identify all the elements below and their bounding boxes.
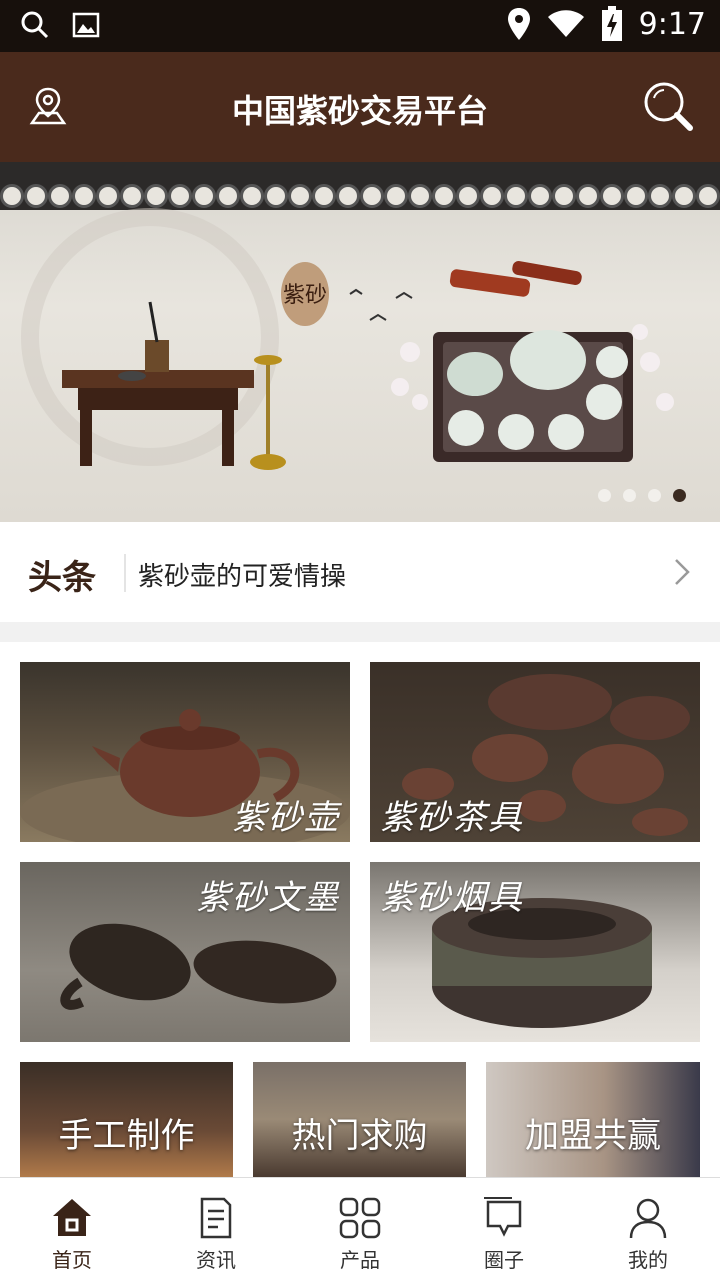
nav-home[interactable]: 首页 [0, 1178, 144, 1280]
category-tea-set[interactable]: 紫砂茶具 [370, 662, 700, 842]
search-icon [21, 11, 49, 39]
products-icon [339, 1197, 381, 1239]
nav-profile[interactable]: 我的 [576, 1178, 720, 1280]
category-smoking-set[interactable]: 紫砂烟具 [370, 862, 700, 1042]
headline-tag: 头条 [28, 558, 96, 598]
app-bar: 中国紫砂交易平台 [0, 52, 720, 162]
banner-dot[interactable] [648, 489, 661, 502]
section-gap [0, 622, 720, 642]
nav-label: 资讯 [196, 1248, 236, 1272]
headline-ticker[interactable]: 头条 紫砂壶的可爱情操 [0, 522, 720, 622]
home-icon [53, 1199, 91, 1236]
search-button[interactable] [642, 80, 694, 136]
nav-news[interactable]: 资讯 [144, 1178, 288, 1280]
app-title: 中国紫砂交易平台 [231, 92, 488, 130]
feature-join-win[interactable]: 加盟共赢 [486, 1062, 700, 1177]
banner-pagination [598, 489, 686, 502]
banner-illustration: 紫砂 [21, 208, 674, 470]
nav-circle[interactable]: 圈子 [432, 1178, 576, 1280]
category-label: 紫砂烟具 [380, 878, 524, 918]
banner-dot-active[interactable] [673, 489, 686, 502]
circle-icon [484, 1197, 522, 1237]
search-icon [644, 82, 693, 131]
category-label: 紫砂文墨 [196, 878, 340, 918]
category-stationery[interactable]: 紫砂文墨 [20, 862, 350, 1042]
chevron-right-icon [675, 559, 690, 585]
image-icon [72, 12, 100, 38]
status-bar: 9:17 [0, 0, 720, 52]
feature-label: 手工制作 [58, 1116, 195, 1156]
category-label: 紫砂茶具 [380, 798, 524, 838]
feature-handmade[interactable]: 手工制作 [20, 1062, 233, 1177]
profile-icon [629, 1198, 667, 1239]
banner-calligraphy: 紫砂 [283, 283, 327, 308]
location-pin-icon [507, 8, 530, 40]
nav-label: 首页 [52, 1248, 92, 1272]
nav-products[interactable]: 产品 [288, 1178, 432, 1280]
banner-carousel[interactable]: 紫砂 [0, 162, 720, 522]
category-label: 紫砂壶 [232, 798, 340, 838]
wifi-icon [547, 10, 584, 37]
category-teapot[interactable]: 紫砂壶 [20, 662, 350, 842]
banner-dot[interactable] [598, 489, 611, 502]
feature-label: 加盟共赢 [525, 1116, 661, 1156]
nav-label: 我的 [628, 1248, 668, 1272]
news-icon [200, 1197, 232, 1239]
bottom-navigation: 首页 资讯 产品 圈子 我的 [0, 1177, 720, 1280]
headline-text[interactable]: 紫砂壶的可爱情操 [138, 556, 346, 593]
status-time: 9:17 [638, 6, 706, 42]
battery-icon [601, 6, 622, 41]
divider [124, 554, 126, 592]
nav-label: 圈子 [484, 1248, 524, 1272]
feature-label: 热门求购 [291, 1116, 428, 1156]
feature-hot-wanted[interactable]: 热门求购 [253, 1062, 466, 1177]
banner-dot[interactable] [623, 489, 636, 502]
nav-label: 产品 [340, 1248, 380, 1272]
